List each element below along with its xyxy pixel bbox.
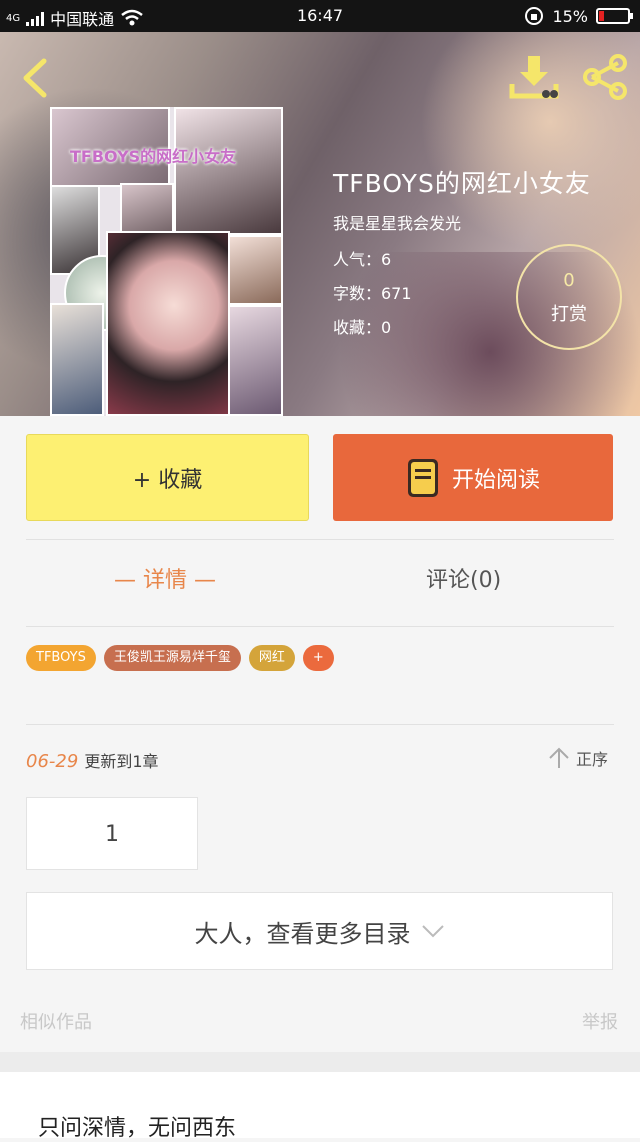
rotation-lock-icon <box>525 7 544 25</box>
word-count-stat: 字数：671 <box>333 284 412 303</box>
reward-count: 0 <box>563 270 575 291</box>
favorites-stat: 收藏：0 <box>333 318 392 337</box>
section-separator <box>0 1052 640 1072</box>
cover-title: TFBOYS的网红小女友 <box>70 147 237 166</box>
more-catalog-button[interactable]: 大人，查看更多目录 <box>26 892 613 970</box>
book-cover[interactable]: TFBOYS的网红小女友 <box>50 107 283 416</box>
sort-toggle[interactable]: 正序 <box>548 746 608 770</box>
reward-label: 打赏 <box>551 304 587 325</box>
update-date: 06-29 <box>26 751 79 772</box>
more-catalog-label: 大人，查看更多目录 <box>194 919 411 948</box>
chapter-item[interactable]: 1 <box>26 797 198 870</box>
arrow-up-icon <box>549 747 569 768</box>
popularity-stat: 人气：6 <box>333 250 392 269</box>
back-icon[interactable] <box>20 58 50 98</box>
add-tag-button[interactable]: + <box>302 645 334 671</box>
chevron-down-icon <box>421 925 444 938</box>
tag-members[interactable]: 王俊凯王源易烊千玺 <box>103 645 241 671</box>
book-title: TFBOYS的网红小女友 <box>333 169 591 198</box>
tag-list: TFBOYS 王俊凯王源易烊千玺 网红 + <box>26 645 334 671</box>
tag-wanghong[interactable]: 网红 <box>248 645 295 671</box>
add-favorite-label: + 收藏 <box>132 467 203 493</box>
battery-icon <box>596 8 633 24</box>
status-bar: 4G 中国联通 16:47 15% <box>0 0 640 32</box>
recommended-book-card[interactable]: 只问深情，无问西东 <box>0 1072 640 1141</box>
update-info: 06-29 更新到1章 <box>26 748 159 772</box>
sort-label: 正序 <box>576 750 609 769</box>
recommended-book-title: 只问深情，无问西东 <box>38 1116 237 1141</box>
share-icon[interactable] <box>580 54 630 100</box>
divider <box>26 626 614 627</box>
update-text: 更新到1章 <box>84 752 159 771</box>
author-link[interactable]: 我是星星我会发光 <box>333 210 461 234</box>
start-reading-label: 开始阅读 <box>451 467 540 493</box>
battery-percent: 15% <box>552 6 588 26</box>
tag-tfboys[interactable]: TFBOYS <box>26 645 96 671</box>
divider <box>26 539 614 540</box>
start-reading-button[interactable]: 开始阅读 <box>333 434 613 521</box>
divider <box>26 724 614 725</box>
tab-detail[interactable]: — 详情 — <box>114 562 216 594</box>
battery-fill <box>599 11 604 21</box>
download-icon[interactable] <box>508 54 560 100</box>
reward-button[interactable]: 0 打赏 <box>516 244 622 350</box>
report-button[interactable]: 举报 <box>582 1008 618 1034</box>
book-icon <box>407 458 438 497</box>
similar-works-heading: 相似作品 <box>20 1012 92 1033</box>
add-favorite-button[interactable]: + 收藏 <box>26 434 309 521</box>
tab-comments[interactable]: 评论(0) <box>426 562 501 594</box>
